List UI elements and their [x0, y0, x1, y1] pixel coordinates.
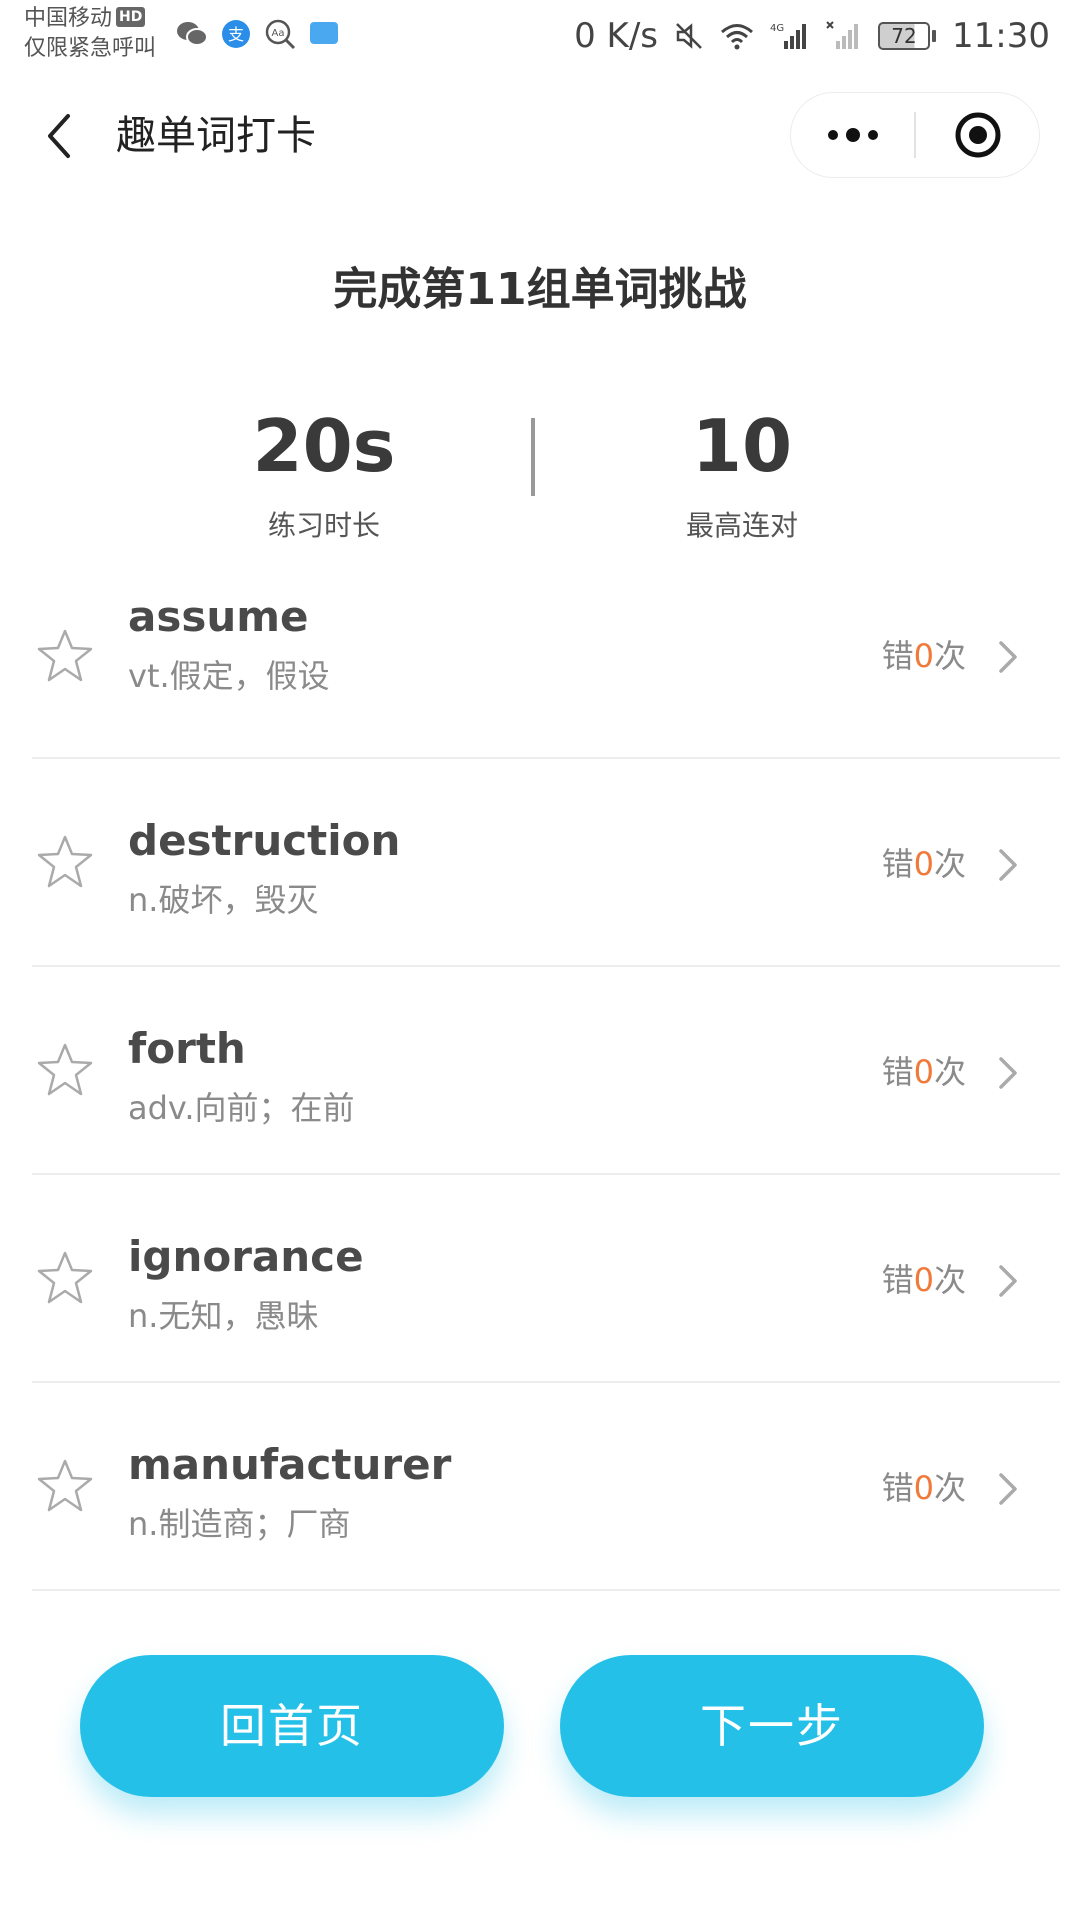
battery-level: 72	[878, 22, 931, 50]
favorite-star-icon[interactable]	[34, 831, 96, 893]
signal-icon	[826, 21, 862, 51]
mute-icon	[674, 21, 704, 51]
more-dots-icon	[827, 128, 878, 142]
duration-stat: 20s 练习时长	[174, 400, 474, 544]
wifi-icon	[720, 22, 754, 50]
mistake-prefix: 错	[881, 1053, 914, 1091]
word-meaning: vt.假定，假设	[128, 657, 330, 695]
mistake-count: 错0次	[882, 843, 966, 885]
streak-value: 10	[691, 404, 793, 488]
word-text: manufacturer	[128, 1440, 452, 1489]
chevron-right-icon	[988, 1469, 1028, 1509]
wechat-icon	[176, 18, 208, 50]
svg-text:4G: 4G	[770, 23, 784, 34]
favorite-star-icon[interactable]	[34, 1455, 96, 1517]
clock: 11:30	[952, 16, 1050, 56]
miniprogram-capsule	[790, 92, 1040, 178]
mistake-prefix: 错	[881, 1261, 914, 1299]
duration-value: 20s	[252, 404, 396, 488]
mistake-prefix: 错	[881, 1469, 914, 1507]
word-text: ignorance	[128, 1232, 364, 1281]
mistake-suffix: 次	[933, 1469, 966, 1507]
word-text: destruction	[128, 816, 401, 865]
favorite-star-icon[interactable]	[34, 1247, 96, 1309]
duration-label: 练习时长	[267, 509, 380, 542]
carrier-info: 中国移动 HD 仅限紧急呼叫	[24, 4, 156, 64]
next-step-button[interactable]: 下一步	[560, 1655, 984, 1797]
hd-badge: HD	[116, 7, 146, 27]
word-row[interactable]: destruction n.破坏，毁灭 错0次	[32, 759, 1060, 967]
word-text: forth	[128, 1024, 246, 1073]
more-button[interactable]	[791, 93, 914, 177]
mistake-number: 0	[913, 1053, 934, 1091]
streak-stat: 10 最高连对	[592, 400, 892, 544]
mistake-count: 错0次	[882, 635, 966, 677]
mistake-suffix: 次	[933, 1261, 966, 1299]
mistake-count: 错0次	[882, 1259, 966, 1301]
mistake-prefix: 错	[881, 845, 914, 883]
streak-label: 最高连对	[685, 509, 798, 542]
svg-text:Aa: Aa	[272, 28, 285, 39]
mistake-suffix: 次	[933, 637, 966, 675]
word-meaning: n.破坏，毁灭	[128, 881, 319, 919]
message-icon	[308, 18, 340, 50]
stats-panel: 20s 练习时长 10 最高连对	[0, 400, 1080, 560]
word-row[interactable]: ignorance n.无知，愚昧 错0次	[32, 1175, 1060, 1383]
mistake-number: 0	[913, 1469, 934, 1507]
word-meaning: n.无知，愚昧	[128, 1297, 319, 1335]
mistake-number: 0	[913, 845, 934, 883]
back-button[interactable]	[30, 108, 86, 164]
mistake-suffix: 次	[933, 1053, 966, 1091]
mistake-prefix: 错	[881, 637, 914, 675]
chevron-right-icon	[988, 845, 1028, 885]
nav-title: 趣单词打卡	[116, 113, 316, 159]
word-text: assume	[128, 592, 309, 641]
chevron-right-icon	[988, 637, 1028, 677]
mistake-number: 0	[913, 637, 934, 675]
page-title: 完成第11组单词挑战	[333, 264, 747, 315]
word-row[interactable]: manufacturer n.制造商；厂商 错0次	[32, 1383, 1060, 1591]
network-speed: 0 K/s	[574, 16, 659, 56]
nav-bar: 趣单词打卡	[0, 88, 1080, 184]
word-row[interactable]: assume vt.假定，假设 错0次	[32, 585, 1060, 759]
word-meaning: adv.向前；在前	[128, 1089, 355, 1127]
favorite-star-icon[interactable]	[34, 625, 96, 687]
word-meaning: n.制造商；厂商	[128, 1505, 351, 1543]
status-bar: 中国移动 HD 仅限紧急呼叫 支 Aa 0 K/s 4G 72 11:30	[0, 0, 1080, 80]
chevron-right-icon	[988, 1053, 1028, 1093]
alipay-icon: 支	[220, 18, 252, 50]
notification-icons: 支 Aa	[176, 18, 340, 50]
mistake-count: 错0次	[882, 1467, 966, 1509]
emergency-text: 仅限紧急呼叫	[24, 36, 157, 61]
stats-divider	[531, 418, 535, 496]
back-arrow-icon	[48, 114, 70, 158]
dictionary-icon: Aa	[264, 18, 296, 50]
word-list: assume vt.假定，假设 错0次 destruction n.破坏，毁灭 …	[0, 585, 1080, 1591]
svg-text:支: 支	[228, 25, 244, 44]
close-miniprogram-button[interactable]	[916, 93, 1039, 177]
mistake-suffix: 次	[933, 845, 966, 883]
mistake-count: 错0次	[882, 1051, 966, 1093]
status-right: 0 K/s 4G 72 11:30	[574, 14, 1050, 58]
mistake-number: 0	[913, 1261, 934, 1299]
favorite-star-icon[interactable]	[34, 1039, 96, 1101]
carrier-name: 中国移动	[24, 6, 113, 31]
word-row[interactable]: forth adv.向前；在前 错0次	[32, 967, 1060, 1175]
battery-indicator: 72	[878, 22, 937, 50]
chevron-right-icon	[988, 1261, 1028, 1301]
target-icon	[955, 112, 1000, 158]
signal-4g-icon: 4G	[770, 21, 810, 51]
home-button[interactable]: 回首页	[80, 1655, 504, 1797]
